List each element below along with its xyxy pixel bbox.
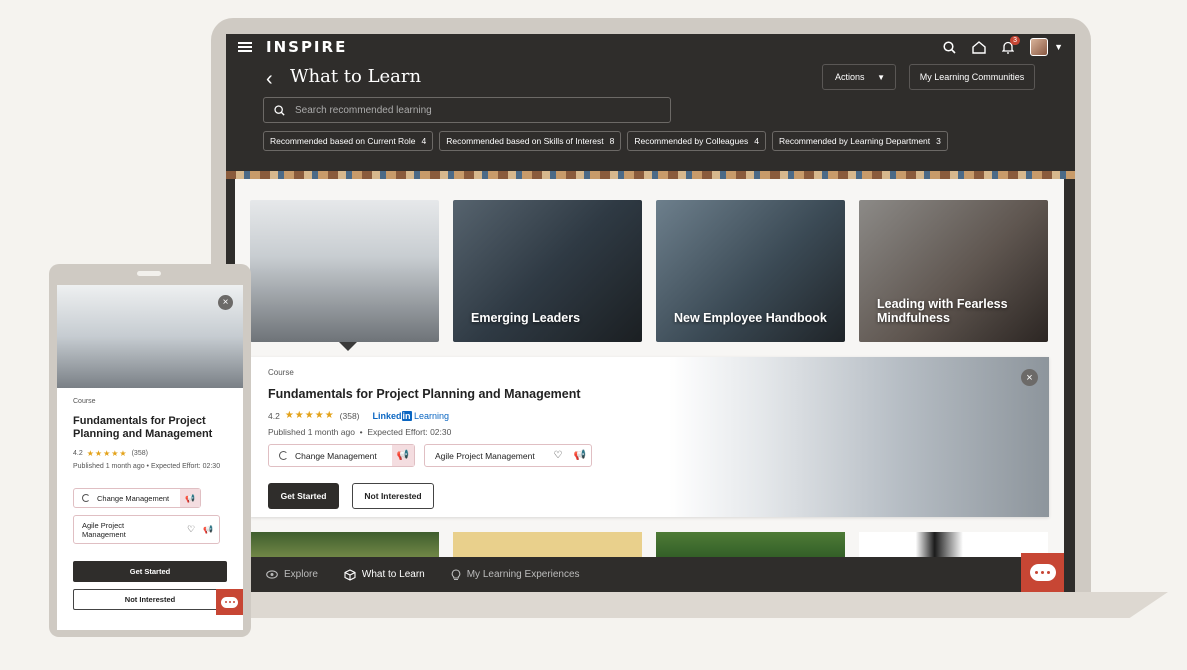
laptop-screen: INSPIRE 3 ▼ ‹ What to Learn Actions ▼ My… [226,34,1075,592]
course-type: Course [73,398,96,405]
chip-learning-department[interactable]: Recommended by Learning Department 3 [771,131,948,151]
cube-icon [344,568,356,581]
search-icon[interactable] [943,40,956,54]
laptop-base [208,592,1168,618]
course-published: Published 1 month ago • Expected Effort:… [73,463,221,470]
page-title: What to Learn [290,66,422,87]
lightbulb-icon [451,568,461,580]
course-title: Fundamentals for Project Planning and Ma… [73,415,213,440]
phone-speaker [137,271,161,276]
composition: INSPIRE 3 ▼ ‹ What to Learn Actions ▼ My… [0,0,1187,670]
chat-button[interactable] [1021,553,1064,592]
skill-tag-change-management[interactable]: Change Management 📢 [268,444,415,467]
phone-screen: × Course Fundamentals for Project Planni… [57,285,243,630]
chip-skills-of-interest[interactable]: Recommended based on Skills of Interest 8 [439,131,622,151]
decorative-banner [226,171,1075,179]
caret-down-icon: ▼ [877,72,885,82]
heart-icon[interactable]: ♡ [547,445,569,466]
search-icon [274,104,285,116]
course-card-new-employee-handbook[interactable]: New Employee Handbook [656,200,845,342]
course-rating: 4.2 ★★★★★ (358) [73,449,148,458]
card-caption: New Employee Handbook [674,311,827,325]
megaphone-icon[interactable]: 📢 [392,445,414,466]
course-card-teamwork[interactable] [250,200,439,342]
rating-stars: ★★★★★ [284,410,335,421]
course-type: Course [268,368,294,377]
chip-current-role[interactable]: Recommended based on Current Role 4 [263,131,434,151]
close-icon[interactable]: × [218,295,233,310]
menu-icon[interactable] [238,42,252,52]
top-bar: INSPIRE 3 ▼ [226,34,1075,60]
card-caption: Emerging Leaders [471,311,581,325]
search-input[interactable]: Search recommended learning [263,97,671,123]
course-card-fearless-mindfulness[interactable]: Leading with Fearless Mindfulness [859,200,1048,342]
skill-tag-agile-project-management[interactable]: Agile Project Management ♡ 📢 [424,444,592,467]
back-arrow-icon[interactable]: ‹ [266,68,273,91]
not-interested-button[interactable]: Not Interested [352,483,434,509]
not-interested-button[interactable]: Not Interested [73,589,227,610]
get-started-button[interactable]: Get Started [73,561,227,582]
course-image [57,285,243,388]
skill-tag-change-management[interactable]: Change Management 📢 [73,488,201,508]
course-detail: × Course Fundamentals for Project Planni… [250,357,1049,517]
chat-button[interactable] [216,589,243,615]
rating-stars: ★★★★★ [86,449,128,458]
course-rating: 4.2 ★★★★★ (358) Linkedin Learning [268,410,450,421]
chip-colleagues[interactable]: Recommended by Colleagues 4 [627,131,766,151]
course-card-emerging-leaders[interactable]: Emerging Leaders [453,200,642,342]
brand-logo: INSPIRE [266,38,348,56]
bell-icon[interactable]: 3 [1002,35,1021,54]
progress-icon [82,494,90,502]
skill-tag-agile-project-management[interactable]: Agile Project Management ♡ 📢 [73,515,220,544]
eye-icon [266,570,278,579]
learning-communities-button[interactable]: My Learning Communities [909,64,1035,90]
avatar[interactable] [1030,38,1049,56]
course-title: Fundamentals for Project Planning and Ma… [268,387,581,401]
megaphone-icon[interactable]: 📢 [180,489,200,507]
get-started-button[interactable]: Get Started [268,483,339,509]
heart-icon[interactable]: ♡ [187,525,195,534]
notification-badge: 3 [1010,35,1021,45]
selection-pointer [339,342,357,351]
home-icon[interactable] [972,40,986,54]
bottom-nav: Explore What to Learn My Learning Experi… [250,557,1075,592]
nav-what-to-learn[interactable]: What to Learn [344,568,425,581]
phone-frame: × Course Fundamentals for Project Planni… [49,264,251,637]
close-icon[interactable]: × [1021,369,1038,386]
nav-explore[interactable]: Explore [266,569,318,580]
card-caption: Leading with Fearless Mindfulness [877,297,1008,325]
search-placeholder: Search recommended learning [295,104,432,116]
chat-icon [1029,564,1056,581]
course-image [669,357,1049,517]
card-row: Emerging Leaders New Employee Handbook L… [250,200,1048,342]
linkedin-learning-logo: Linkedin Learning [372,410,450,421]
chevron-down-icon[interactable]: ▼ [1054,42,1063,52]
progress-icon [279,451,288,460]
megaphone-icon[interactable]: 📢 [203,525,213,534]
chat-icon [221,596,238,608]
megaphone-icon[interactable]: 📢 [569,445,591,466]
actions-button[interactable]: Actions ▼ [822,64,896,90]
content-panel: Emerging Leaders New Employee Handbook L… [235,179,1064,592]
nav-my-learning-experiences[interactable]: My Learning Experiences [451,568,580,581]
actions-label: Actions [835,72,865,82]
course-published: Published 1 month ago • Expected Effort:… [268,427,452,437]
recommendation-chips: Recommended based on Current Role 4 Recom… [263,131,948,151]
